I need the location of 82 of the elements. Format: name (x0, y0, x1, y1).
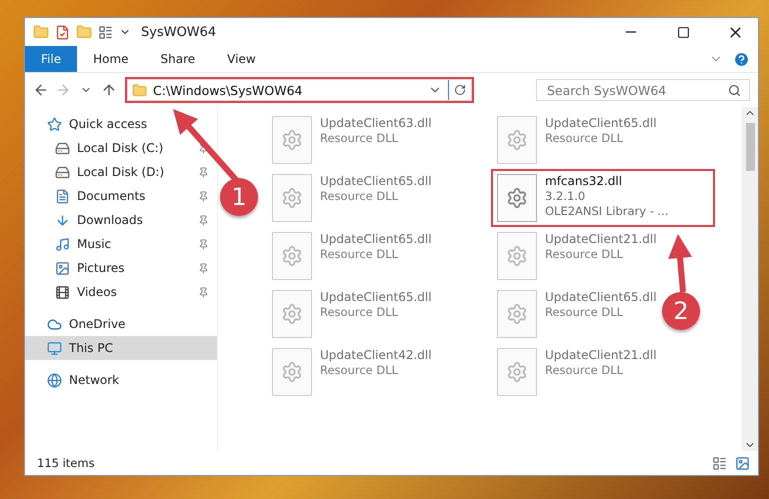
back-button[interactable] (33, 82, 49, 98)
address-bar[interactable]: C:\Windows\SysWOW64 (127, 79, 472, 101)
file-detail: Resource DLL (320, 305, 400, 319)
sidebar-item[interactable]: Local Disk (C:) (25, 136, 217, 160)
window-title: SysWOW64 (141, 24, 218, 40)
file-detail: Resource DLL (320, 363, 400, 377)
file-detail: Resource DLL (545, 305, 624, 319)
file-detail: Resource DLL (545, 131, 624, 145)
scrollbar[interactable] (742, 107, 758, 451)
hard-drive-icon (55, 140, 70, 156)
sidebar-item[interactable]: Network (25, 368, 217, 392)
gear-file-icon (272, 290, 312, 338)
gear-file-icon (272, 232, 312, 280)
gear-file-icon (497, 232, 537, 280)
properties-icon[interactable] (55, 24, 70, 40)
gear-file-icon (497, 290, 537, 338)
up-button[interactable] (101, 82, 117, 98)
scrollbar-thumb[interactable] (746, 123, 754, 171)
file-detail: Resource DLL (545, 363, 624, 377)
file-item[interactable]: UpdateClient65.dll Resource DLL (268, 229, 436, 283)
download-icon (55, 212, 70, 228)
star-icon (47, 116, 62, 132)
sidebar-item[interactable]: Pictures (25, 256, 217, 280)
search-box[interactable]: Search SysWOW64 (536, 79, 750, 101)
file-name: UpdateClient65.dll (545, 116, 657, 130)
file-name: UpdateClient63.dll (320, 116, 432, 130)
customize-icon[interactable] (98, 24, 113, 40)
file-menu-button[interactable]: File (25, 46, 78, 72)
file-name: UpdateClient65.dll (545, 290, 657, 304)
file-item[interactable]: UpdateClient21.dll Resource DLL (493, 345, 661, 399)
hard-drive-icon (55, 164, 70, 180)
file-detail: Resource DLL (545, 247, 624, 261)
film-icon (55, 284, 70, 300)
sidebar-item[interactable]: Music (25, 232, 217, 256)
file-name: UpdateClient65.dll (320, 174, 432, 188)
file-item[interactable]: UpdateClient63.dll Resource DLL (268, 113, 436, 167)
sidebar-item[interactable]: Downloads (25, 208, 217, 232)
item-count: 115 items (37, 456, 96, 470)
file-name: mfcans32.dll (545, 174, 624, 188)
file-detail: Resource DLL (320, 131, 400, 145)
file-detail: Resource DLL (320, 189, 400, 203)
file-item[interactable]: mfcans32.dll 3.2.1.0 OLE2ANSI Library - ... (493, 171, 713, 225)
gear-file-icon (272, 348, 312, 396)
music-note-icon (55, 236, 70, 252)
annotation-arrow (668, 234, 692, 292)
help-icon[interactable] (733, 50, 750, 68)
sidebar-item[interactable]: This PC (25, 336, 217, 360)
search-icon[interactable] (728, 84, 741, 96)
file-item[interactable]: UpdateClient21.dll Resource DLL (493, 229, 661, 283)
file-item[interactable]: UpdateClient65.dll Resource DLL (268, 287, 436, 341)
gear-file-icon (272, 174, 312, 222)
file-detail: OLE2ANSI Library - ... (545, 204, 668, 218)
file-name: UpdateClient21.dll (545, 348, 657, 362)
sidebar-item[interactable]: OneDrive (25, 312, 217, 336)
monitor-icon (47, 340, 62, 356)
file-name: UpdateClient21.dll (545, 232, 657, 246)
details-view-icon[interactable] (712, 456, 727, 470)
file-name: UpdateClient42.dll (320, 348, 432, 362)
file-item[interactable]: UpdateClient65.dll Resource DLL (268, 171, 436, 225)
file-item[interactable]: UpdateClient65.dll Resource DLL (493, 287, 661, 341)
refresh-icon[interactable] (454, 84, 466, 96)
file-detail: 3.2.1.0 (545, 189, 586, 203)
file-name: UpdateClient65.dll (320, 232, 432, 246)
folder-icon (132, 82, 147, 98)
picture-icon (55, 260, 70, 276)
cloud-icon (47, 316, 62, 332)
gear-file-icon (497, 116, 537, 164)
gear-file-icon (497, 348, 537, 396)
file-name: UpdateClient65.dll (320, 290, 432, 304)
file-detail: Resource DLL (320, 247, 400, 261)
large-icons-view-icon[interactable] (735, 456, 750, 470)
sidebar-item[interactable]: Local Disk (D:) (25, 160, 217, 184)
globe-icon (47, 372, 62, 388)
document-icon (55, 188, 70, 204)
file-item[interactable]: UpdateClient65.dll Resource DLL (493, 113, 661, 167)
sidebar-item[interactable]: Videos (25, 280, 217, 304)
gear-file-icon (272, 116, 312, 164)
sidebar-item[interactable]: Quick access (25, 112, 217, 136)
gear-file-icon (497, 174, 537, 222)
maximize-icon[interactable] (676, 26, 690, 38)
file-item[interactable]: UpdateClient42.dll Resource DLL (268, 345, 436, 399)
sidebar-item[interactable]: Documents (25, 184, 217, 208)
